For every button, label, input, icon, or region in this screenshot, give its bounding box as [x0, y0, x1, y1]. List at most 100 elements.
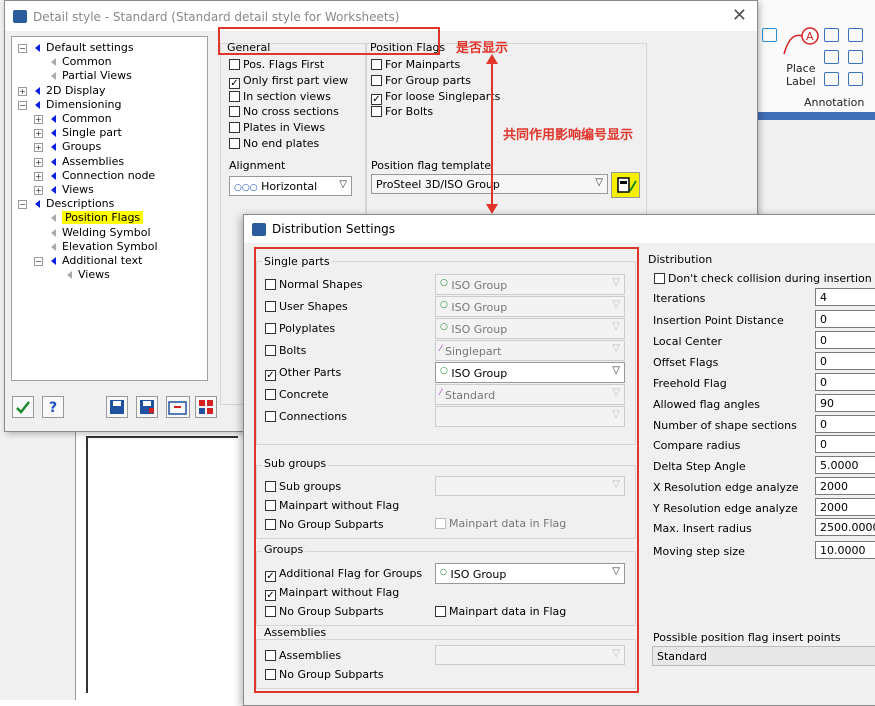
- tree-expander[interactable]: −: [18, 100, 27, 110]
- settings-tree[interactable]: − Default settings Common Partial Views +2D …: [11, 36, 208, 381]
- general-checkbox[interactable]: Pos. Flags First: [229, 58, 324, 71]
- tree-expander[interactable]: +: [34, 171, 43, 181]
- grid-icon: [199, 400, 213, 414]
- tree-item[interactable]: Dimensioning: [46, 98, 121, 111]
- checkbox-label: In section views: [243, 89, 331, 103]
- general-checkbox[interactable]: No cross sections: [229, 105, 339, 118]
- tree-item[interactable]: Position Flags: [62, 211, 144, 225]
- grid-button[interactable]: [195, 396, 217, 418]
- tree-item[interactable]: Default settings: [46, 41, 134, 54]
- checkbox-box[interactable]: [229, 106, 240, 118]
- checkbox-label: Only first part view: [243, 73, 349, 87]
- checkbox-box[interactable]: [229, 59, 240, 70]
- alignment-combo[interactable]: ○○○ Horizontal ▽: [229, 176, 352, 196]
- tree-item[interactable]: Views: [78, 268, 110, 281]
- checkbox-box[interactable]: [371, 59, 382, 70]
- template-label: Position flag template: [371, 159, 492, 172]
- place-label-icon[interactable]: A: [780, 22, 822, 58]
- tree-expander[interactable]: −: [18, 44, 27, 53]
- tree-item[interactable]: Connection node: [62, 169, 155, 182]
- setting-field[interactable]: 0: [815, 331, 875, 349]
- setting-field[interactable]: 4: [815, 288, 875, 306]
- save-button[interactable]: [106, 396, 128, 418]
- checkbox-box[interactable]: [371, 74, 382, 86]
- setting-field[interactable]: 5.0000: [815, 456, 875, 474]
- ribbon-icon[interactable]: [824, 72, 839, 86]
- tree-expander[interactable]: −: [18, 200, 27, 210]
- insert-points-label: Possible position flag insert points: [653, 631, 841, 644]
- setting-field[interactable]: 0: [815, 352, 875, 370]
- tree-item[interactable]: Additional text: [62, 254, 142, 267]
- general-checkbox[interactable]: ✓ Only first part view: [229, 74, 348, 89]
- template-edit-button[interactable]: [611, 172, 640, 198]
- tree-item[interactable]: Elevation Symbol: [62, 240, 158, 253]
- distribution-label: Distribution: [648, 253, 713, 266]
- tree-item[interactable]: Single part: [62, 126, 122, 139]
- general-checkbox[interactable]: Plates in Views: [229, 121, 325, 134]
- import-icon: [168, 401, 187, 415]
- save-as-button[interactable]: [136, 396, 158, 418]
- ribbon-icon[interactable]: [824, 50, 839, 64]
- import-button[interactable]: [166, 396, 190, 418]
- checkbox-box[interactable]: [229, 138, 240, 149]
- setting-label: Number of shape sections: [653, 419, 797, 432]
- setting-field[interactable]: 2000: [815, 477, 875, 495]
- dont-check-collision-checkbox[interactable]: Don't check collision during insertion: [654, 272, 872, 285]
- insert-points-combo[interactable]: Standard: [652, 646, 875, 666]
- tree-expander[interactable]: +: [34, 186, 43, 195]
- tree-item[interactable]: Partial Views: [62, 69, 132, 82]
- checkbox-box[interactable]: [371, 106, 382, 118]
- setting-field[interactable]: 10.0000: [815, 541, 875, 559]
- distribution-titlebar: Distribution Settings: [244, 215, 875, 243]
- setting-label: Y Resolution edge analyze: [653, 502, 798, 515]
- ribbon-icon[interactable]: [848, 72, 863, 86]
- setting-field[interactable]: 0: [815, 435, 875, 453]
- general-checkbox[interactable]: No end plates: [229, 137, 319, 150]
- checkbox-box[interactable]: [229, 122, 240, 134]
- help-button[interactable]: ?: [42, 396, 64, 418]
- tree-expander[interactable]: +: [18, 86, 27, 96]
- place-label-text[interactable]: Place Label: [786, 62, 816, 88]
- setting-field[interactable]: 2500.0000: [815, 518, 875, 536]
- tree-item[interactable]: Assemblies: [62, 155, 124, 168]
- checkmark-icon: [16, 401, 30, 414]
- save-as-icon: [140, 400, 154, 414]
- tree-item[interactable]: Welding Symbol: [62, 226, 151, 239]
- ribbon-icon[interactable]: [762, 28, 777, 42]
- tree-item[interactable]: Groups: [62, 140, 101, 153]
- general-checkbox[interactable]: In section views: [229, 90, 331, 103]
- setting-field[interactable]: 0: [815, 310, 875, 328]
- tree-expander[interactable]: +: [34, 129, 43, 139]
- checkbox-box[interactable]: [229, 90, 240, 102]
- checkbox-box[interactable]: ✓: [371, 93, 382, 105]
- ribbon-icon[interactable]: [848, 28, 863, 42]
- tree-item[interactable]: 2D Display: [46, 84, 106, 97]
- ok-button[interactable]: [12, 396, 34, 418]
- setting-field[interactable]: 2000: [815, 498, 875, 516]
- tree-expander[interactable]: +: [34, 143, 43, 153]
- tree-item[interactable]: Common: [62, 55, 112, 68]
- tree-expander[interactable]: +: [34, 157, 43, 167]
- setting-label: Moving step size: [653, 545, 745, 558]
- tree-item[interactable]: Views: [62, 183, 94, 196]
- tree-item[interactable]: Common: [62, 112, 112, 125]
- tree-item[interactable]: Descriptions: [46, 197, 114, 210]
- close-icon[interactable]: ✕: [732, 5, 747, 26]
- annotation-group-label: Annotation: [804, 96, 865, 109]
- setting-field[interactable]: 0: [815, 373, 875, 391]
- dont-check-collision-label: Don't check collision during insertion: [668, 272, 872, 285]
- checkbox-label: Pos. Flags First: [243, 58, 325, 71]
- setting-field[interactable]: 0: [815, 415, 875, 433]
- posflag-checkbox[interactable]: For Group parts: [371, 74, 471, 87]
- setting-field[interactable]: 90: [815, 394, 875, 412]
- tree-node-icon: [35, 100, 40, 109]
- drawing-canvas: [75, 430, 246, 700]
- ribbon-icon[interactable]: [824, 28, 839, 42]
- posflag-checkbox[interactable]: For Mainparts: [371, 58, 460, 71]
- ribbon-icon[interactable]: [848, 50, 863, 64]
- checkbox-box[interactable]: ✓: [229, 77, 240, 89]
- posflag-checkbox[interactable]: ✓ For loose Singleparts: [371, 90, 500, 105]
- posflag-checkbox[interactable]: For Bolts: [371, 105, 433, 118]
- tree-expander[interactable]: +: [34, 115, 43, 124]
- tree-expander[interactable]: −: [34, 257, 43, 266]
